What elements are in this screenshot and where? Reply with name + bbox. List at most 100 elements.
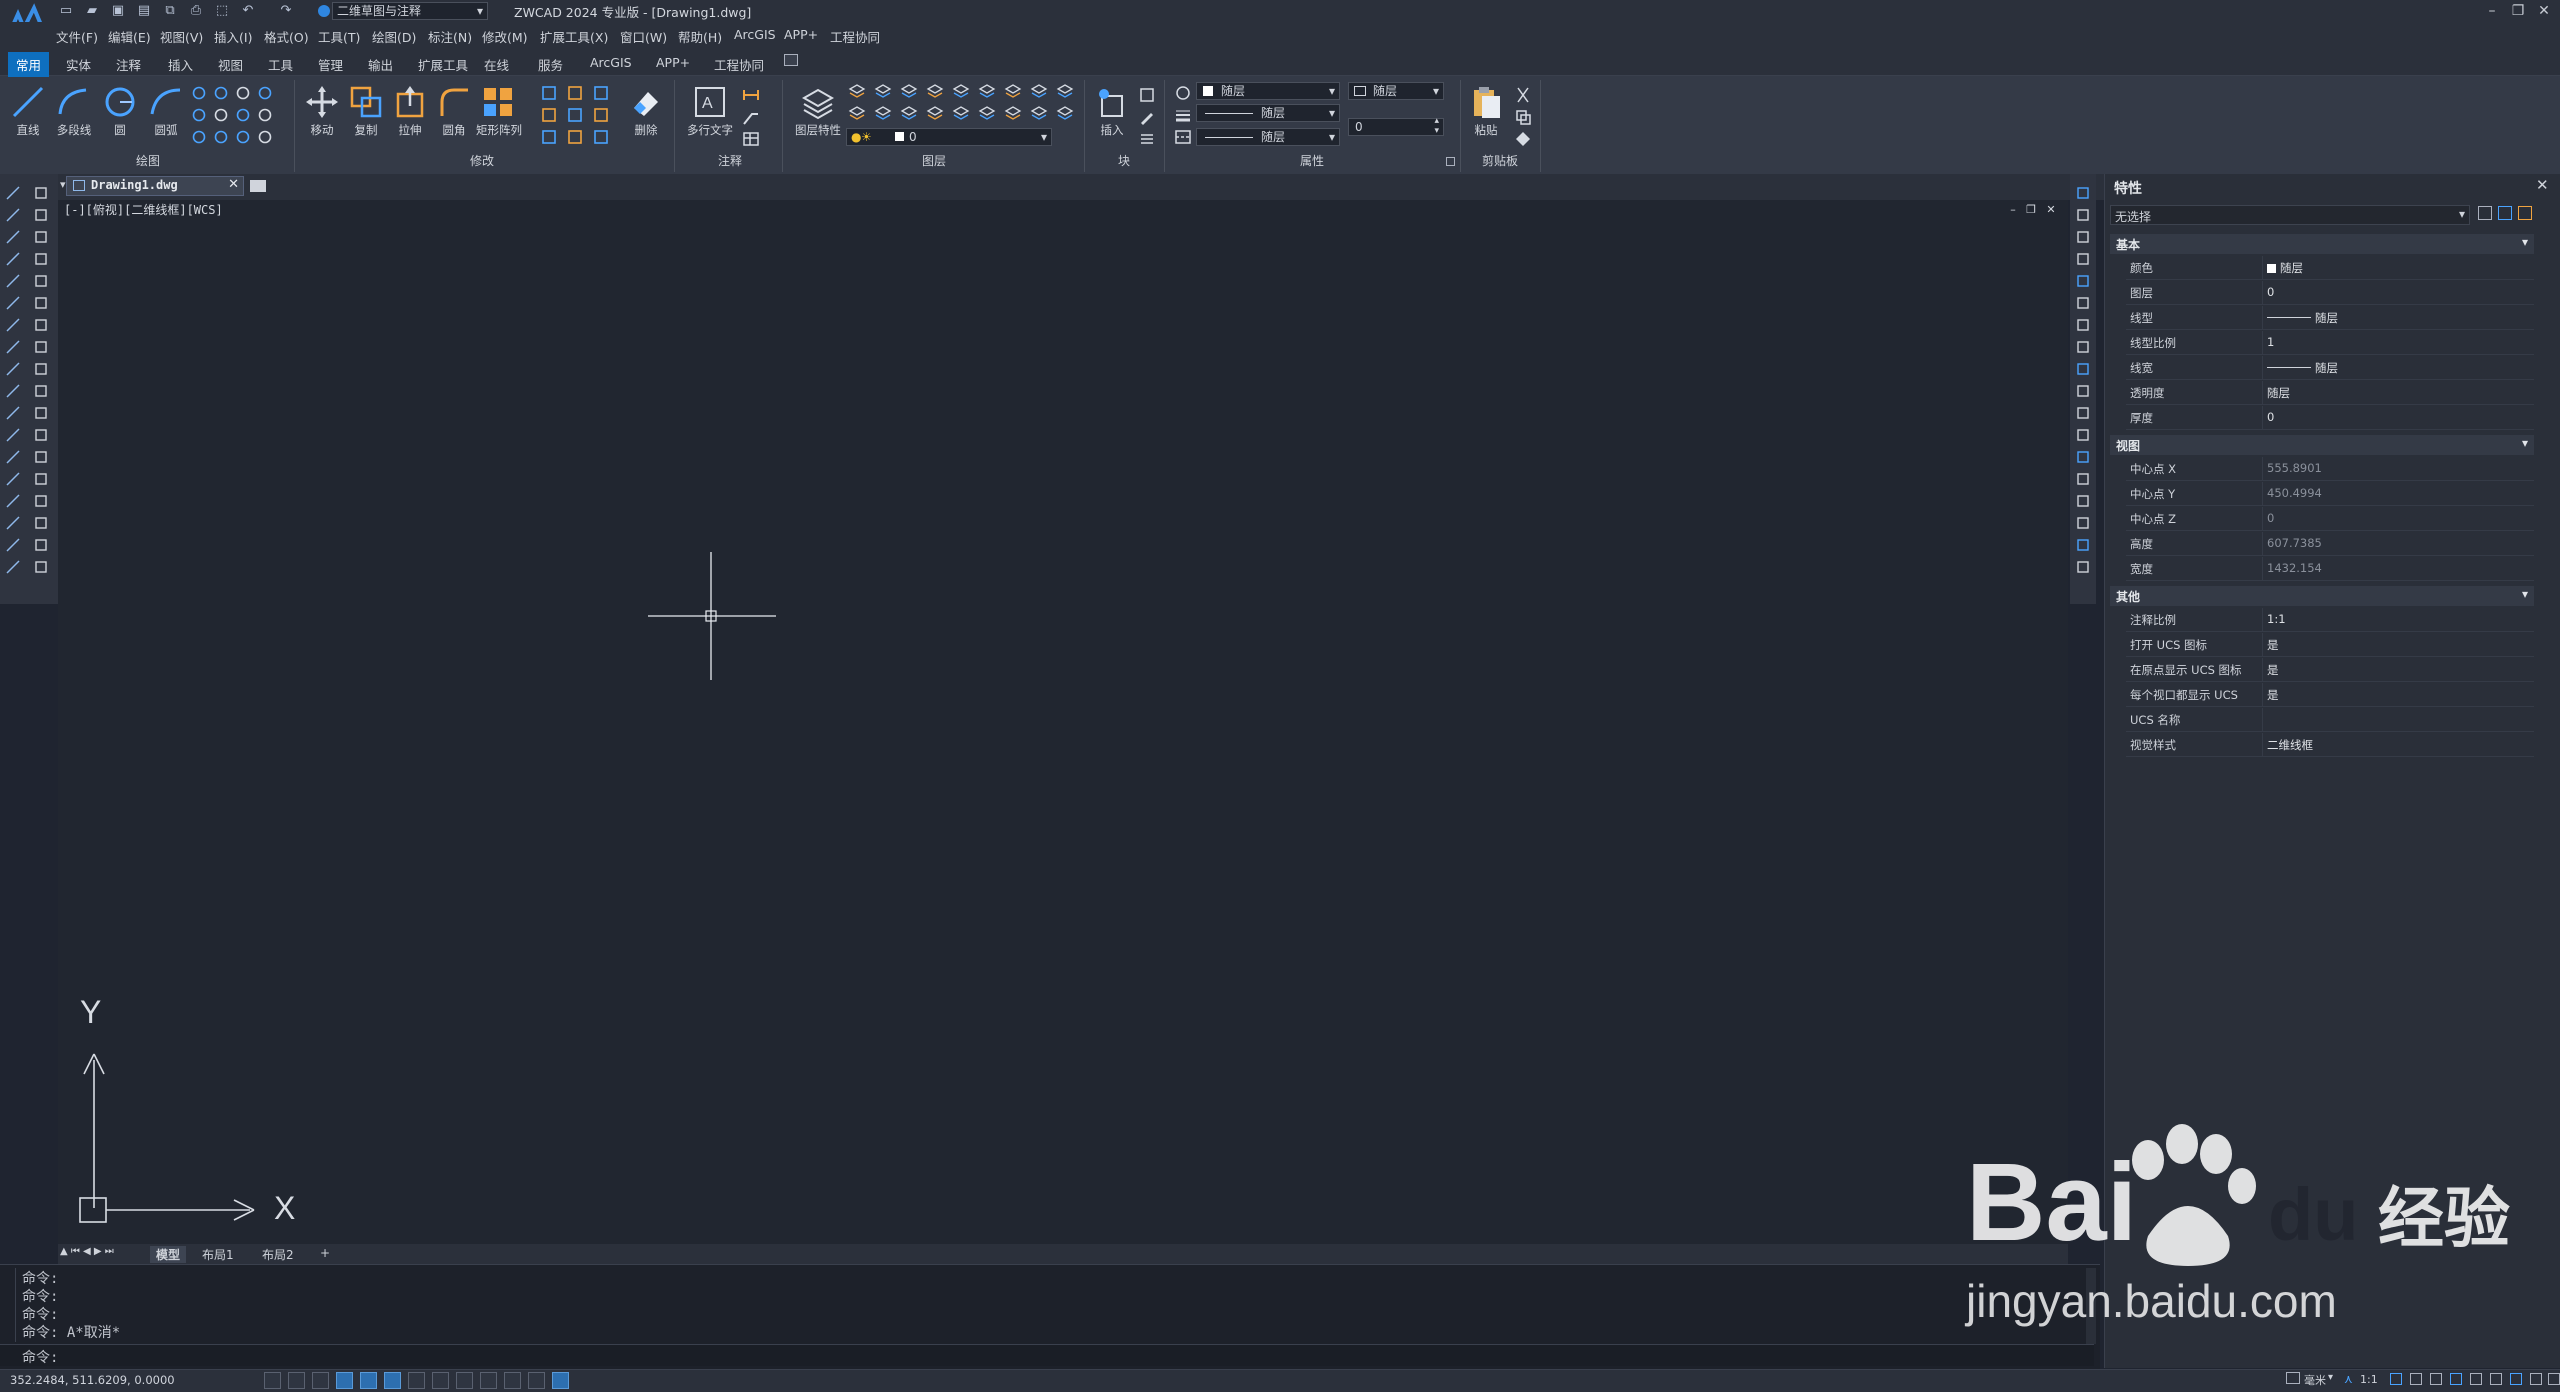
save-icon[interactable]: ▣ bbox=[110, 3, 126, 19]
menu-item-11[interactable]: 帮助(H) bbox=[678, 27, 722, 46]
menu-item-5[interactable]: 工具(T) bbox=[318, 27, 360, 46]
modify-tool-icon[interactable] bbox=[2074, 360, 2092, 378]
modify-tool-icon[interactable] bbox=[32, 514, 50, 532]
linetype-dropdown[interactable]: 随层 ▾ bbox=[1196, 128, 1340, 146]
rect-array-button[interactable]: 矩形阵列 bbox=[476, 84, 522, 146]
draw-tool-icon[interactable] bbox=[234, 106, 252, 128]
command-grip[interactable] bbox=[2, 1268, 16, 1342]
units-label[interactable]: 毫米 bbox=[2304, 1372, 2326, 1388]
attribute-icon[interactable] bbox=[1138, 130, 1156, 152]
status-tool-icon[interactable] bbox=[2490, 1373, 2502, 1385]
new-icon[interactable]: ▭ bbox=[58, 3, 74, 19]
draw-tool-icon[interactable] bbox=[212, 106, 230, 128]
draw-tool-icon[interactable] bbox=[4, 492, 22, 510]
draw-tool-icon[interactable] bbox=[4, 250, 22, 268]
modify-tool-icon[interactable] bbox=[2074, 250, 2092, 268]
status-toggle-button[interactable] bbox=[528, 1372, 545, 1389]
tab-3[interactable]: 插入 bbox=[162, 53, 199, 76]
status-toggle-button[interactable] bbox=[480, 1372, 497, 1389]
draw-tool-icon[interactable] bbox=[4, 536, 22, 554]
layer-tool-icon[interactable] bbox=[1030, 104, 1048, 126]
draw-tool-icon[interactable] bbox=[256, 84, 274, 106]
property-row[interactable]: 宽度 1432.154 bbox=[2126, 557, 2534, 581]
modify-tool-icon[interactable] bbox=[2074, 294, 2092, 312]
linetype-icon[interactable] bbox=[1174, 128, 1192, 150]
draw-tool-icon[interactable] bbox=[4, 360, 22, 378]
ribbon-toggle-icon[interactable] bbox=[784, 54, 798, 66]
status-toggle-button[interactable] bbox=[288, 1372, 305, 1389]
modify-tool-icon[interactable] bbox=[32, 426, 50, 444]
property-row[interactable]: 厚度 0 bbox=[2126, 406, 2534, 430]
tab-10[interactable]: 服务 bbox=[532, 53, 569, 76]
property-row[interactable]: 图层 0 bbox=[2126, 281, 2534, 305]
open-folder-icon[interactable]: ▰ bbox=[84, 3, 100, 19]
table-icon[interactable] bbox=[742, 130, 760, 152]
menu-item-4[interactable]: 格式(O) bbox=[264, 27, 309, 46]
menu-item-3[interactable]: 插入(I) bbox=[214, 27, 252, 46]
modify-tool-icon[interactable] bbox=[32, 316, 50, 334]
status-tool-icon[interactable] bbox=[2390, 1373, 2402, 1385]
draw-tool-icon[interactable] bbox=[234, 128, 252, 150]
status-toggle-button[interactable] bbox=[312, 1372, 329, 1389]
menu-item-13[interactable]: APP+ bbox=[784, 27, 818, 42]
layer-tool-icon[interactable] bbox=[1004, 104, 1022, 126]
property-value[interactable]: 随层 bbox=[2262, 356, 2534, 380]
selection-dropdown[interactable]: 无选择 ▾ bbox=[2110, 205, 2470, 225]
modify-tool-icon[interactable] bbox=[32, 448, 50, 466]
modify-tool-icon[interactable] bbox=[566, 128, 584, 150]
tab-7[interactable]: 输出 bbox=[362, 53, 399, 76]
menu-item-2[interactable]: 视图(V) bbox=[160, 27, 203, 46]
layer-tool-icon[interactable] bbox=[978, 104, 996, 126]
draw-tool-icon[interactable] bbox=[234, 84, 252, 106]
undo-icon[interactable]: ↶ bbox=[240, 3, 256, 19]
modify-tool-icon[interactable] bbox=[32, 558, 50, 576]
tab-6[interactable]: 管理 bbox=[312, 53, 349, 76]
close-icon[interactable]: ✕ bbox=[2536, 176, 2549, 194]
polyline-button[interactable]: 多段线 bbox=[52, 84, 96, 146]
leader-icon[interactable] bbox=[742, 108, 760, 130]
property-row[interactable]: 高度 607.7385 bbox=[2126, 532, 2534, 556]
property-row[interactable]: UCS 名称 bbox=[2126, 708, 2534, 732]
draw-tool-icon[interactable] bbox=[4, 316, 22, 334]
modify-tool-icon[interactable] bbox=[566, 84, 584, 106]
status-tool-icon[interactable] bbox=[2450, 1373, 2462, 1385]
workspace-dropdown[interactable]: 二维草图与注释 ▾ bbox=[332, 2, 488, 20]
match-icon[interactable] bbox=[1514, 130, 1532, 152]
color-dropdown[interactable]: 随层 ▾ bbox=[1196, 82, 1340, 100]
property-value[interactable]: 0 bbox=[2262, 281, 2534, 305]
modify-tool-icon[interactable] bbox=[32, 272, 50, 290]
copy-clip-icon[interactable] bbox=[1514, 108, 1532, 130]
modify-tool-icon[interactable] bbox=[540, 128, 558, 150]
menu-item-6[interactable]: 绘图(D) bbox=[372, 27, 416, 46]
status-tool-icon[interactable] bbox=[2530, 1373, 2542, 1385]
dimension-icon[interactable] bbox=[742, 86, 760, 108]
tab-8[interactable]: 扩展工具 bbox=[412, 53, 474, 76]
tab-0[interactable]: 常用 bbox=[8, 52, 50, 77]
layer-dropdown[interactable]: ● ☀ 0 ▾ bbox=[846, 128, 1052, 146]
property-row[interactable]: 打开 UCS 图标 是 bbox=[2126, 633, 2534, 657]
paste-button[interactable]: 粘贴 bbox=[1466, 84, 1506, 146]
modify-tool-icon[interactable] bbox=[2074, 316, 2092, 334]
property-row[interactable]: 颜色 随层 bbox=[2126, 256, 2534, 280]
layer-tool-icon[interactable] bbox=[848, 104, 866, 126]
modify-tool-icon[interactable] bbox=[32, 206, 50, 224]
draw-tool-icon[interactable] bbox=[4, 184, 22, 202]
layer-properties-button[interactable]: 图层特性 bbox=[790, 84, 846, 146]
cut-icon[interactable] bbox=[1514, 86, 1532, 108]
layer-tool-icon[interactable] bbox=[900, 82, 918, 104]
status-toggle-button[interactable] bbox=[552, 1372, 569, 1389]
section-header-1[interactable]: 视图 ▾ bbox=[2110, 435, 2534, 455]
modify-tool-icon[interactable] bbox=[32, 294, 50, 312]
property-value[interactable]: 二维线框 bbox=[2262, 733, 2534, 757]
modify-tool-icon[interactable] bbox=[2074, 228, 2092, 246]
tab-menu-icon[interactable]: ▾ bbox=[60, 178, 66, 191]
close-button[interactable]: ✕ bbox=[2532, 0, 2556, 22]
modify-tool-icon[interactable] bbox=[2074, 206, 2092, 224]
layer-tool-icon[interactable] bbox=[1056, 104, 1074, 126]
draw-tool-icon[interactable] bbox=[4, 382, 22, 400]
draw-tool-icon[interactable] bbox=[212, 84, 230, 106]
plotstyle-dropdown[interactable]: 随层 ▾ bbox=[1348, 82, 1444, 100]
modify-tool-icon[interactable] bbox=[32, 404, 50, 422]
tab-11[interactable]: ArcGIS bbox=[584, 53, 638, 72]
layer-tool-icon[interactable] bbox=[1030, 82, 1048, 104]
